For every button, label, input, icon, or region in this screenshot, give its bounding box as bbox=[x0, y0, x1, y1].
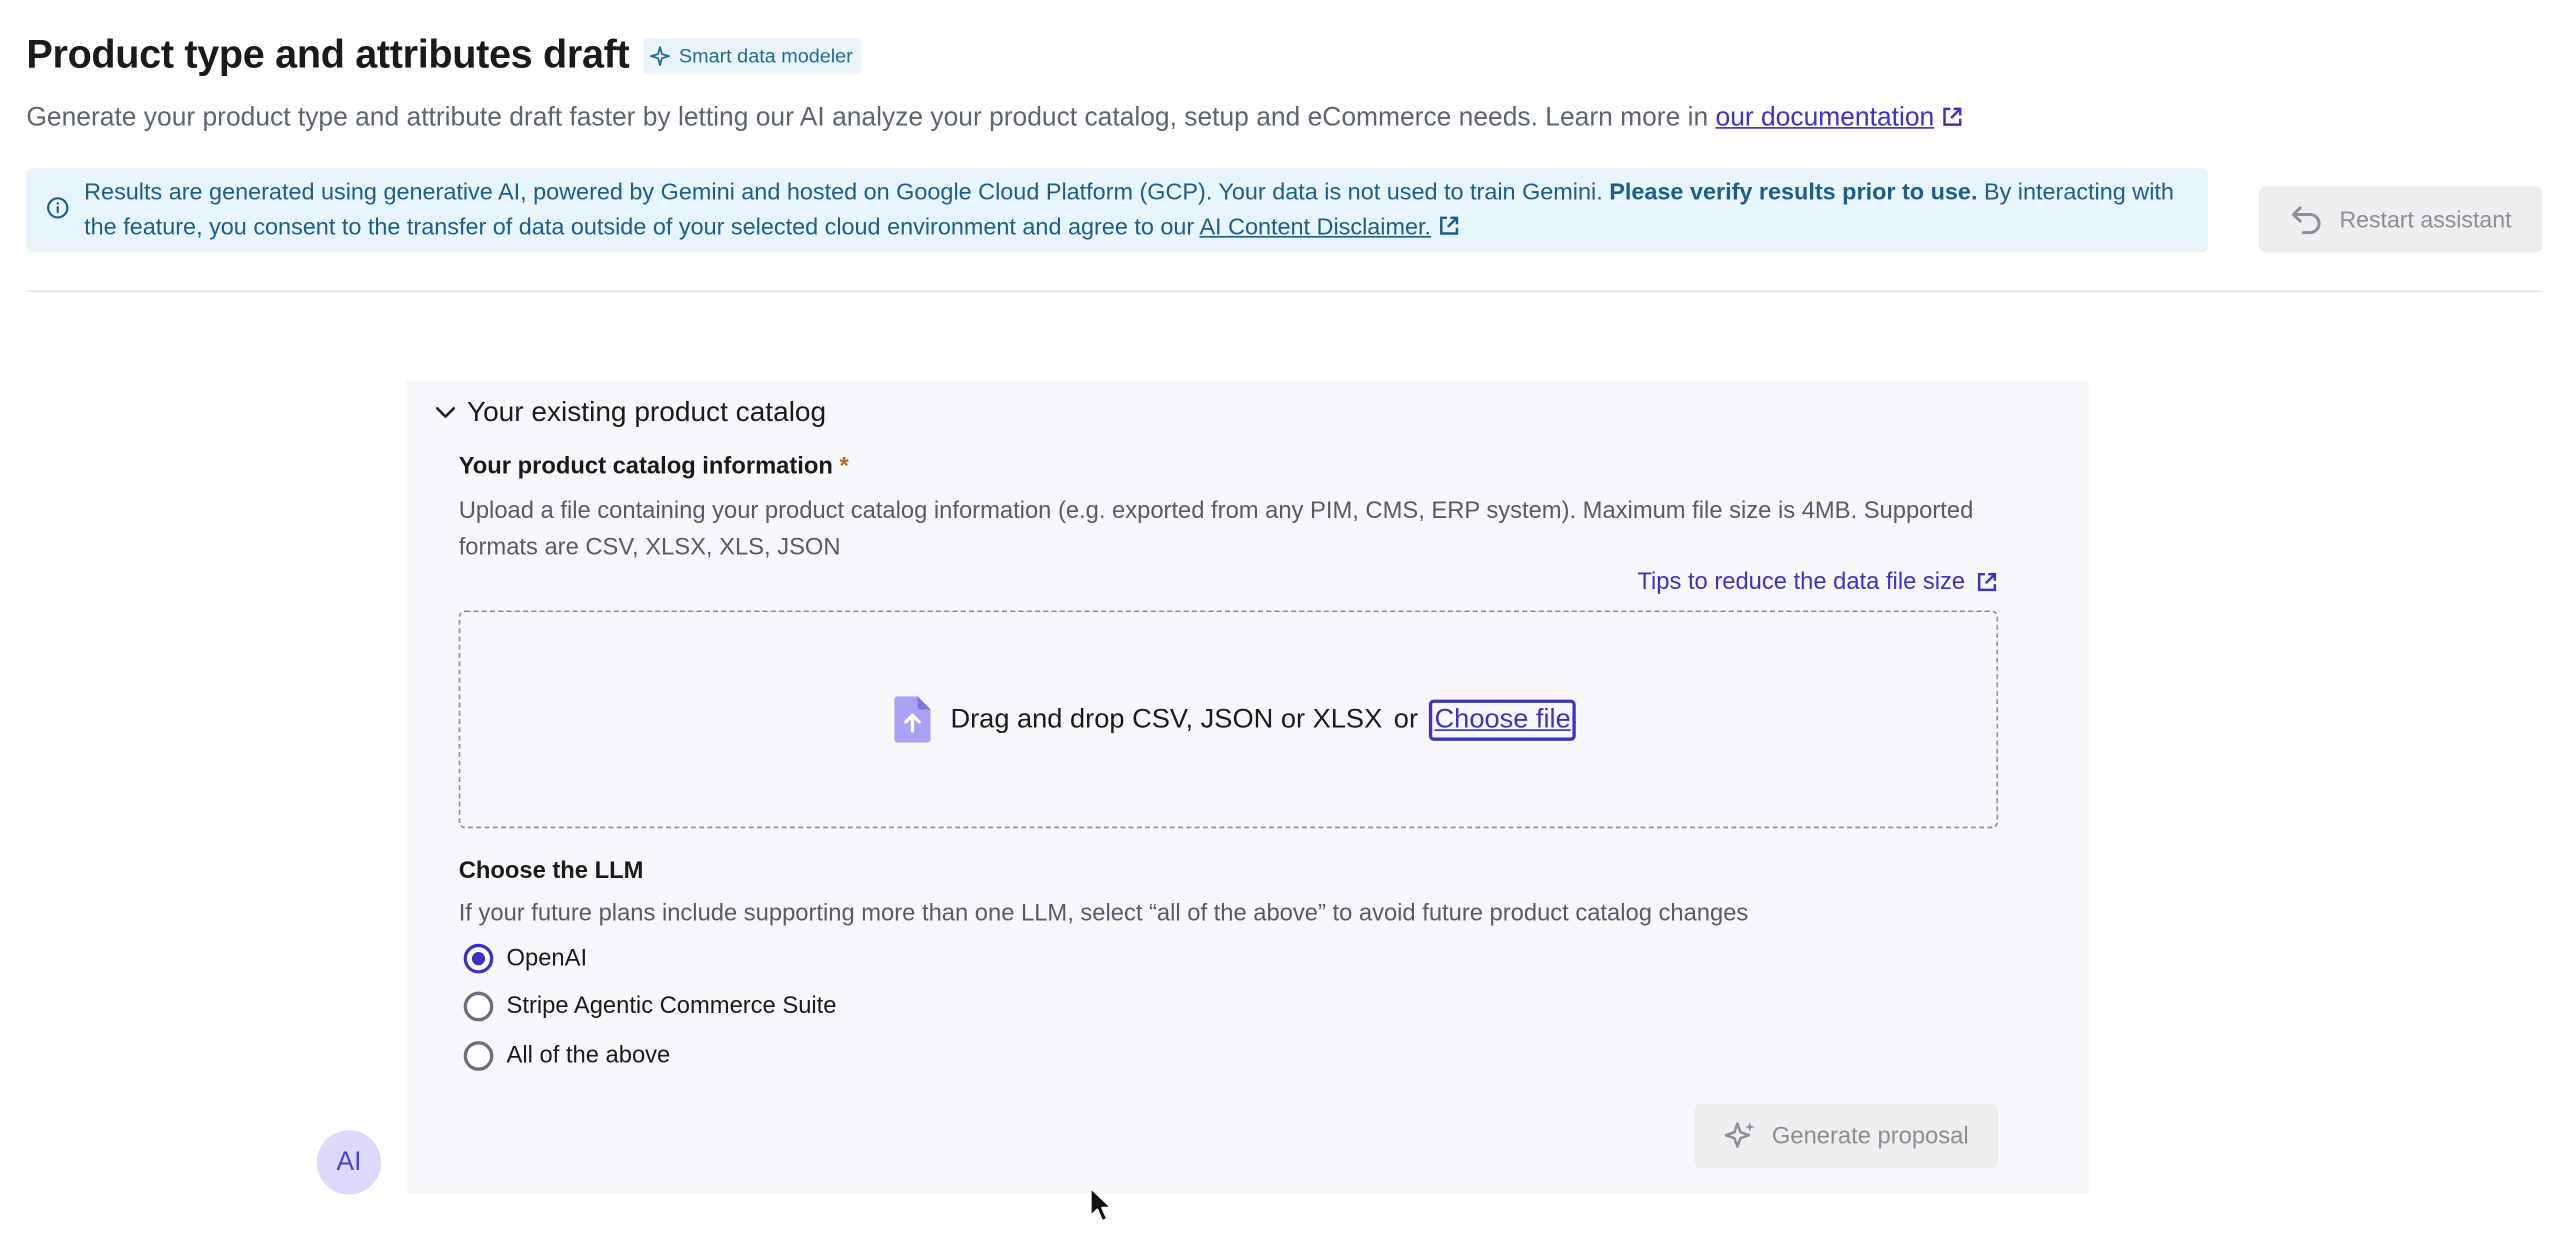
catalog-field-label: Your product catalog information * bbox=[459, 454, 849, 480]
radio-label: OpenAI bbox=[506, 945, 588, 972]
page-header: Product type and attributes draft Smart … bbox=[26, 33, 862, 79]
restart-label: Restart assistant bbox=[2339, 206, 2512, 233]
restart-assistant-button[interactable]: Restart assistant bbox=[2258, 186, 2543, 253]
radio-button[interactable] bbox=[463, 1041, 494, 1071]
ai-disclaimer-link[interactable]: AI Content Disclaimer. bbox=[1199, 215, 1431, 241]
external-link-icon bbox=[1977, 572, 1997, 592]
file-dropzone[interactable]: Drag and drop CSV, JSON or XLSX or Choos… bbox=[458, 610, 1999, 829]
divider bbox=[26, 290, 2543, 293]
catalog-section-toggle[interactable]: Your existing product catalog bbox=[434, 396, 826, 429]
llm-label: Choose the LLM bbox=[458, 858, 644, 885]
catalog-card: Your existing product catalog Your produ… bbox=[405, 381, 2089, 1193]
radio-label: All of the above bbox=[506, 1042, 671, 1070]
llm-help-text: If your future plans include supporting … bbox=[458, 900, 1749, 928]
sparkle-icon bbox=[650, 46, 671, 66]
generate-proposal-button[interactable]: Generate proposal bbox=[1694, 1103, 1999, 1169]
sparkle-icon bbox=[1724, 1121, 1755, 1148]
catalog-help-text: Upload a file containing your product ca… bbox=[458, 498, 1974, 561]
external-link-icon bbox=[1440, 216, 1459, 235]
banner-text-1: Results are generated using generative A… bbox=[84, 179, 1603, 207]
undo-icon bbox=[2291, 206, 2321, 235]
external-link-icon bbox=[1943, 107, 1962, 126]
tips-link-label: Tips to reduce the data file size bbox=[1637, 569, 1966, 596]
dropzone-or: or bbox=[1393, 703, 1419, 734]
ai-info-banner: Results are generated using generative A… bbox=[26, 168, 2208, 253]
radio-button[interactable] bbox=[463, 991, 494, 1022]
dropzone-content: Drag and drop CSV, JSON or XLSX or Choos… bbox=[894, 696, 1576, 743]
required-mark: * bbox=[839, 453, 849, 481]
mouse-cursor-icon bbox=[1089, 1187, 1113, 1222]
generate-label: Generate proposal bbox=[1771, 1122, 1969, 1150]
section-title: Your existing product catalog bbox=[466, 396, 827, 428]
badge-label: Smart data modeler bbox=[678, 44, 853, 68]
page: Product type and attributes draft Smart … bbox=[0, 0, 2566, 1241]
radio-button[interactable] bbox=[463, 943, 494, 974]
field-label-text: Your product catalog information bbox=[458, 453, 833, 481]
documentation-link[interactable]: our documentation bbox=[1716, 104, 1935, 132]
page-subtitle: Generate your product type and attribute… bbox=[26, 104, 1963, 134]
radio-label: Stripe Agentic Commerce Suite bbox=[506, 993, 837, 1020]
smart-data-modeler-badge: Smart data modeler bbox=[644, 37, 862, 75]
banner-bold-text: Please verify results prior to use. bbox=[1609, 179, 1978, 207]
page-title: Product type and attributes draft bbox=[26, 33, 630, 78]
info-icon bbox=[47, 197, 69, 219]
radio-stripe-agentic[interactable]: Stripe Agentic Commerce Suite bbox=[463, 991, 837, 1022]
chevron-down-icon bbox=[435, 407, 456, 418]
radio-all-of-above[interactable]: All of the above bbox=[463, 1041, 671, 1071]
subtitle-text: Generate your product type and attribute… bbox=[26, 103, 1709, 132]
file-upload-icon bbox=[894, 696, 931, 743]
avatar: AI bbox=[316, 1130, 382, 1195]
tips-link[interactable]: Tips to reduce the data file size bbox=[1637, 569, 1998, 596]
choose-file-button[interactable]: Choose file bbox=[1429, 698, 1576, 741]
dropzone-text: Drag and drop CSV, JSON or XLSX bbox=[950, 703, 1383, 734]
radio-openai[interactable]: OpenAI bbox=[463, 943, 588, 974]
